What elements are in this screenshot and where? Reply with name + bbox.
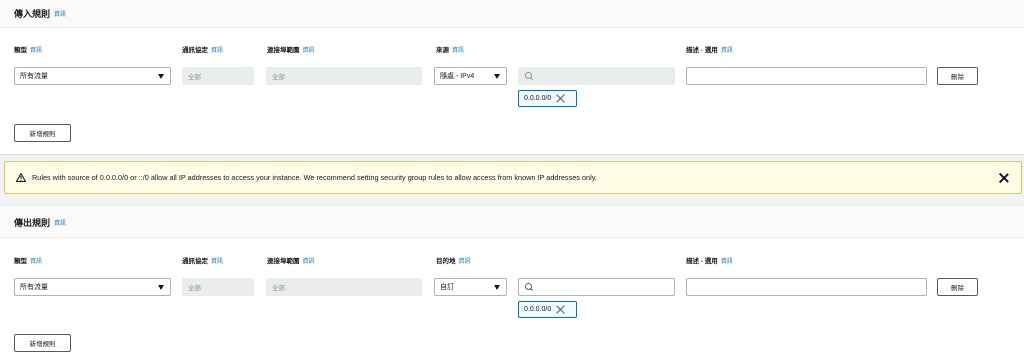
type-info-link[interactable]: 資訊: [30, 48, 42, 54]
destination-cidr-search[interactable]: [518, 278, 675, 296]
type-label: 類型 資訊: [14, 255, 42, 265]
delete-rule-label: 刪除: [951, 285, 964, 292]
caret-down-icon: [158, 74, 164, 79]
close-icon[interactable]: [556, 94, 565, 103]
delete-rule-button[interactable]: 刪除: [937, 67, 978, 85]
inbound-rules-title: 傳入規則: [14, 9, 51, 19]
type-select-value: 所有流量: [20, 73, 48, 80]
protocol-label-text: 通訊協定: [182, 47, 208, 54]
inbound-rules-header: 傳入規則 資訊: [0, 0, 1024, 28]
add-rule-button[interactable]: 新增規則: [14, 334, 71, 352]
description-info-link[interactable]: 資訊: [721, 259, 733, 265]
type-label-text: 類型: [14, 47, 27, 54]
add-rule-button[interactable]: 新增規則: [14, 124, 71, 142]
description-label-text: 描述 - 選用: [686, 47, 718, 54]
destination-cidr-token: 0.0.0.0/0: [518, 301, 577, 318]
destination-label: 目的地 資訊: [436, 255, 471, 265]
caret-down-icon: [494, 285, 500, 290]
close-icon[interactable]: [999, 173, 1009, 183]
port-range-field: 全部: [266, 278, 422, 296]
protocol-label: 通訊協定 資訊: [182, 255, 223, 265]
inbound-rules-panel: 傳入規則 資訊 類型 資訊 通訊協定 資訊 連接埠範圍 資訊 來源 資訊 描述 - 選用…: [0, 0, 1024, 155]
source-cidr-token: 0.0.0.0/0: [518, 90, 577, 107]
outbound-rules-header: 傳出規則 資訊: [0, 207, 1024, 238]
caret-down-icon: [158, 285, 164, 290]
protocol-label-text: 通訊協定: [182, 258, 208, 265]
protocol-field: 全部: [182, 278, 254, 296]
add-rule-label: 新增規則: [29, 341, 56, 348]
description-info-link[interactable]: 資訊: [721, 48, 733, 54]
description-input[interactable]: [686, 278, 927, 296]
warning-message: Rules with source of 0.0.0.0/0 or ::/0 a…: [32, 173, 597, 182]
type-info-link[interactable]: 資訊: [30, 259, 42, 265]
description-label-text: 描述 - 選用: [686, 258, 718, 265]
source-label: 來源 資訊: [436, 44, 464, 54]
search-icon: [525, 283, 533, 291]
port-range-info-link[interactable]: 資訊: [303, 48, 315, 54]
warning-icon: [16, 173, 26, 182]
port-range-label-text: 連接埠範圍: [267, 258, 300, 265]
description-input[interactable]: [686, 67, 927, 85]
protocol-info-link[interactable]: 資訊: [211, 259, 223, 265]
delete-rule-label: 刪除: [951, 74, 964, 81]
description-label: 描述 - 選用 資訊: [686, 255, 733, 265]
inbound-info-link[interactable]: 資訊: [54, 9, 66, 18]
outbound-rules-panel: 傳出規則 資訊 類型 資訊 通訊協定 資訊 連接埠範圍 資訊 目的地 資訊 描述 - 選…: [0, 207, 1024, 363]
source-info-link[interactable]: 資訊: [452, 48, 464, 54]
source-select[interactable]: 隨處 - IPv4: [434, 67, 507, 85]
port-range-label: 連接埠範圍 資訊: [267, 255, 315, 265]
source-cidr-token-text: 0.0.0.0/0: [524, 95, 552, 102]
destination-label-text: 目的地: [436, 258, 456, 265]
delete-rule-button[interactable]: 刪除: [937, 278, 978, 296]
port-range-value: 全部: [272, 74, 285, 81]
description-label: 描述 - 選用 資訊: [686, 44, 733, 54]
add-rule-label: 新增規則: [29, 131, 56, 138]
source-label-text: 來源: [436, 47, 449, 54]
protocol-label: 通訊協定 資訊: [182, 44, 223, 54]
source-select-value: 隨處 - IPv4: [440, 73, 475, 80]
outbound-info-link[interactable]: 資訊: [54, 218, 66, 227]
destination-select-value: 自訂: [440, 284, 454, 291]
close-icon[interactable]: [556, 305, 565, 314]
destination-cidr-token-text: 0.0.0.0/0: [524, 306, 552, 313]
search-icon: [525, 72, 533, 80]
type-label: 類型 資訊: [14, 44, 42, 54]
outbound-rules-title: 傳出規則: [14, 217, 51, 228]
protocol-value: 全部: [188, 74, 201, 81]
port-range-field: 全部: [266, 67, 422, 85]
type-label-text: 類型: [14, 258, 27, 265]
port-range-info-link[interactable]: 資訊: [303, 259, 315, 265]
source-cidr-search: [518, 67, 675, 85]
port-range-label: 連接埠範圍 資訊: [267, 44, 315, 54]
destination-info-link[interactable]: 資訊: [459, 259, 471, 265]
protocol-value: 全部: [188, 285, 201, 292]
caret-down-icon: [494, 74, 500, 79]
destination-select[interactable]: 自訂: [434, 278, 507, 296]
type-select[interactable]: 所有流量: [14, 67, 171, 85]
protocol-info-link[interactable]: 資訊: [211, 48, 223, 54]
type-select-value: 所有流量: [20, 284, 48, 291]
protocol-field: 全部: [182, 67, 254, 85]
type-select[interactable]: 所有流量: [14, 278, 171, 296]
port-range-value: 全部: [272, 285, 285, 292]
open-access-warning: Rules with source of 0.0.0.0/0 or ::/0 a…: [4, 161, 1022, 194]
port-range-label-text: 連接埠範圍: [267, 47, 300, 54]
